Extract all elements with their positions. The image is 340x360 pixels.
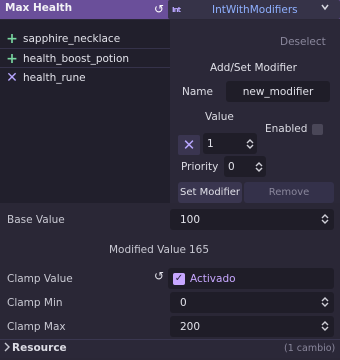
revert-icon[interactable]: ↺ [152,269,166,283]
multiply-icon: ✕ [6,69,18,86]
priority-stepper[interactable]: 0 [224,156,266,177]
priority-input[interactable]: 0 [228,161,235,173]
clamp-min-field[interactable]: 0 [170,292,334,313]
base-value-field[interactable]: 100 [170,209,334,230]
set-modifier-button[interactable]: Set Modifier [178,182,242,203]
changes-count: (1 cambio) [284,343,336,354]
plus-icon: + [6,50,18,67]
operator-button[interactable]: ✕ [178,135,200,155]
spin-arrows-icon[interactable] [246,138,254,150]
spin-arrows-icon[interactable] [321,296,329,311]
clamp-value-toggle[interactable]: ✓ Activado [168,268,334,289]
svg-text:Int: Int [172,6,182,14]
list-item-label: health_rune [23,71,86,84]
clamp-value-label: Clamp Value [7,273,73,285]
clamp-max-input[interactable]: 200 [180,321,200,333]
value-label: Value [205,111,234,123]
chevron-down-icon [320,2,330,15]
type-dropdown[interactable]: Int IntWithModifiers [168,0,340,19]
clamp-min-label: Clamp Min [7,297,63,309]
clamp-max-field[interactable]: 200 [170,316,334,337]
clamp-max-label: Clamp Max [7,321,66,333]
clamp-value-text: Activado [190,272,236,285]
value-stepper[interactable]: 1 [203,133,257,154]
int-type-icon: Int [172,4,190,16]
deselect-button[interactable]: Deselect [280,36,326,48]
spin-arrows-icon[interactable] [255,161,263,173]
priority-label: Priority [181,161,219,173]
list-item-label: health_boost_potion [23,52,130,65]
list-item-label: sapphire_necklace [23,32,121,45]
checkmark-icon[interactable]: ✓ [173,272,185,285]
spin-arrows-icon[interactable] [321,213,329,228]
value-input[interactable]: 1 [207,138,214,150]
plus-icon: + [6,30,18,47]
remove-button[interactable]: Remove [244,182,334,203]
multiply-icon: ✕ [182,136,196,154]
spin-arrows-icon[interactable] [321,320,329,335]
list-item[interactable]: + health_boost_potion [4,49,129,68]
base-value-label: Base Value [7,214,65,226]
type-label: IntWithModifiers [212,3,298,16]
list-item[interactable]: + sapphire_necklace [4,29,120,48]
enabled-checkbox[interactable] [312,124,323,135]
clamp-min-input[interactable]: 0 [180,297,187,309]
revert-icon[interactable]: ↺ [152,0,166,19]
enabled-label: Enabled [265,123,308,135]
resource-label[interactable]: Resource [12,342,67,354]
name-field[interactable]: new_modifier [226,81,330,102]
property-title: Max Health [5,2,73,14]
modified-value-label: Modified Value [109,244,186,256]
base-value-input[interactable]: 100 [180,214,200,226]
chevron-right-icon[interactable] [4,342,10,354]
list-item[interactable]: ✕ health_rune [4,68,86,87]
modified-value: 165 [189,244,210,256]
name-label: Name [182,86,213,98]
section-title: Add/Set Modifier [210,62,297,74]
